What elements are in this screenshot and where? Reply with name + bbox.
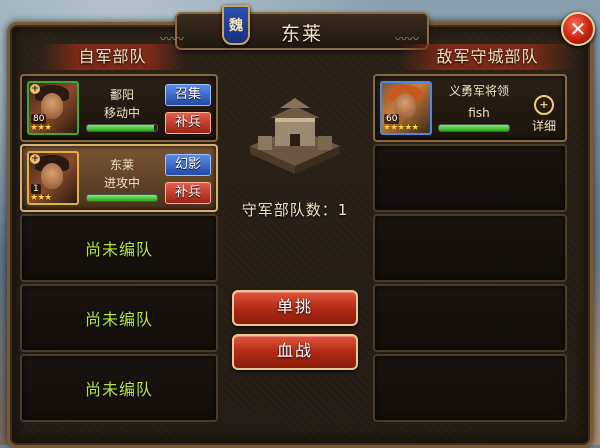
empty-unit-slot[interactable]: 尚未编队 <box>20 354 218 422</box>
friendly-unit-slot[interactable]: + 1 ★★★ 东莱 进攻中 幻影 补兵 <box>20 144 218 212</box>
duel-button[interactable]: 单挑 <box>232 290 358 326</box>
general-portrait[interactable]: + 1 ★★★ <box>27 151 79 205</box>
unit-hp-fill <box>87 125 154 131</box>
empty-enemy-slot <box>373 354 567 422</box>
unassigned-label: 尚未编队 <box>84 380 153 399</box>
enemy-name: 义勇军将领 <box>448 84 509 98</box>
reinforce-button[interactable]: 补兵 <box>165 112 211 134</box>
unit-status: 进攻中 <box>103 176 140 190</box>
ornament-left-icon: 〰〰 <box>160 32 185 46</box>
reinforce-button[interactable]: 补兵 <box>165 182 211 204</box>
unassigned-label: 尚未编队 <box>84 310 153 329</box>
detail-button[interactable]: + 详细 <box>524 95 564 134</box>
expand-plus-icon: + <box>30 84 40 94</box>
empty-unit-slot[interactable]: 尚未编队 <box>20 284 218 352</box>
title-bar: 东莱 <box>175 12 429 50</box>
portrait-face <box>41 163 63 189</box>
battle-button[interactable]: 血战 <box>232 334 358 370</box>
unit-name: 东莱 <box>109 158 134 172</box>
unit-stars: ★★★ <box>30 193 52 203</box>
enemy-header: 敌军守城部队 <box>400 44 575 70</box>
empty-enemy-slot <box>373 284 567 352</box>
defender-count: 守军部队数：1 <box>241 201 349 219</box>
empty-enemy-slot <box>373 144 567 212</box>
unit-hp-bar <box>86 194 158 202</box>
friendly-header: 自军部队 <box>40 44 185 70</box>
empty-enemy-slot <box>373 214 567 282</box>
phantom-button[interactable]: 幻影 <box>165 154 211 176</box>
fortress-icon <box>250 98 340 174</box>
unassigned-label: 尚未编队 <box>84 240 153 259</box>
close-button[interactable]: ✕ <box>561 12 595 46</box>
unit-hp-bar <box>86 124 158 132</box>
enemy-hp-bar <box>438 124 510 132</box>
unit-hp-fill <box>87 195 157 201</box>
summon-button[interactable]: 召集 <box>165 84 211 106</box>
city-title: 东莱 <box>280 23 323 45</box>
empty-unit-slot[interactable]: 尚未编队 <box>20 214 218 282</box>
general-portrait[interactable]: + 80 ★★★ <box>27 81 79 135</box>
unit-name: 鄱阳 <box>109 88 134 102</box>
ornament-right-icon: 〰〰 <box>395 32 420 46</box>
detail-label: 详细 <box>531 119 556 133</box>
kingdom-badge: 魏 <box>222 5 250 45</box>
enemy-player: fish <box>468 106 490 120</box>
unit-stars: ★★★ <box>30 123 52 133</box>
enemy-stars: ★★★★★ <box>383 123 419 133</box>
expand-plus-icon: + <box>30 154 40 164</box>
enemy-hp-fill <box>439 125 509 131</box>
magnifier-icon: + <box>534 95 554 115</box>
enemy-general-portrait[interactable]: 60 ★★★★★ <box>380 81 432 135</box>
friendly-unit-slot[interactable]: + 80 ★★★ 鄱阳 移动中 召集 补兵 <box>20 74 218 142</box>
unit-status: 移动中 <box>103 106 140 120</box>
